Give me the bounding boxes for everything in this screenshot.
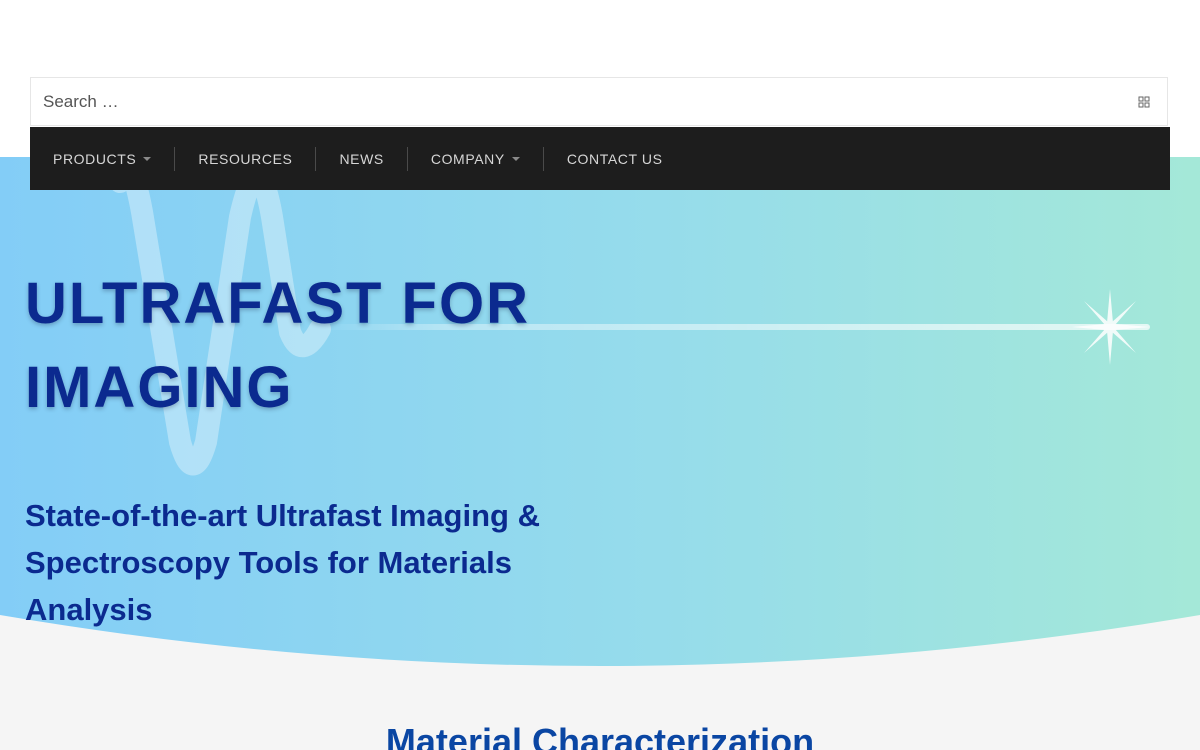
nav-item-label: COMPANY (430, 150, 505, 167)
hero-title: ULTRAFAST FOR IMAGING (25, 271, 530, 420)
section-heading: Material Characterization (385, 721, 815, 750)
main-navigation: PRODUCTS RESOURCES NEWS COMPANY CONTACT … (30, 127, 1170, 190)
nav-item-label: CONTACT US (566, 150, 663, 167)
nav-item-label: RESOURCES (198, 150, 293, 167)
search-input[interactable] (31, 78, 1135, 125)
nav-item-company[interactable]: COMPANY (408, 127, 543, 190)
nav-item-products[interactable]: PRODUCTS (30, 127, 174, 190)
nav-item-label: NEWS (339, 150, 384, 167)
nav-item-resources[interactable]: RESOURCES (175, 127, 315, 190)
chevron-down-icon (143, 156, 152, 161)
page: PRODUCTS RESOURCES NEWS COMPANY CONTACT … (0, 0, 1200, 750)
hero-subtitle: State-of-the-art Ultrafast Imaging & Spe… (25, 498, 540, 627)
search-icon[interactable] (1135, 93, 1153, 111)
chevron-down-icon (511, 156, 520, 161)
search-bar (30, 77, 1168, 126)
nav-item-news[interactable]: NEWS (316, 127, 406, 190)
nav-item-contact-us[interactable]: CONTACT US (544, 127, 686, 190)
nav-item-label: PRODUCTS (53, 150, 137, 167)
